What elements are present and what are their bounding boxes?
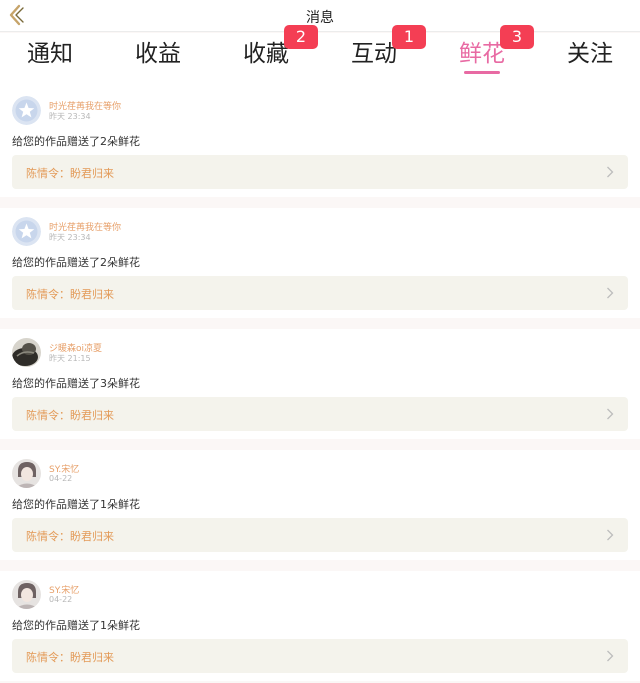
timestamp: 昨天 23:34 (49, 233, 91, 242)
notification-message: 给您的作品赠送了3朵鲜花 (12, 377, 140, 390)
tab-follow[interactable]: 关注 (537, 33, 640, 87)
user-photo-icon (12, 338, 41, 367)
timestamp: 昨天 23:34 (49, 112, 91, 121)
user-photo-icon (12, 580, 41, 609)
list-item[interactable]: SY.宋忆 04-22 给您的作品赠送了1朵鲜花 陈情令：盼君归来 (0, 571, 640, 681)
work-title: 陈情令：盼君归来 (26, 530, 114, 543)
default-avatar-star-icon (12, 96, 41, 125)
flowers-badge: 3 (500, 25, 534, 49)
tab-label: 通知 (27, 41, 73, 67)
tab-bar: 通知 收益 收藏 2 互动 1 鲜花 3 关注 (0, 25, 640, 87)
avatar[interactable] (12, 459, 41, 488)
chevron-right-icon (607, 408, 614, 420)
interaction-badge: 1 (392, 25, 426, 49)
list-item[interactable]: ジ暖森oi凉夏 昨天 21:15 给您的作品赠送了3朵鲜花 陈情令：盼君归来 (0, 329, 640, 439)
page-title: 消息 (306, 10, 334, 26)
list-item[interactable]: SY.宋忆 04-22 给您的作品赠送了1朵鲜花 陈情令：盼君归来 (0, 450, 640, 560)
chevron-right-icon (607, 166, 614, 178)
timestamp: 昨天 21:15 (49, 354, 91, 363)
notification-message: 给您的作品赠送了1朵鲜花 (12, 498, 140, 511)
notification-message: 给您的作品赠送了2朵鲜花 (12, 256, 140, 269)
list-item[interactable]: 时光荏苒我在等你 昨天 23:34 给您的作品赠送了2朵鲜花 陈情令：盼君归来 (0, 87, 640, 197)
tab-notice[interactable]: 通知 (0, 33, 103, 87)
work-link[interactable]: 陈情令：盼君归来 (12, 639, 628, 673)
tab-label: 收益 (135, 41, 181, 67)
timestamp: 04-22 (49, 474, 73, 483)
work-title: 陈情令：盼君归来 (26, 409, 114, 422)
notification-message: 给您的作品赠送了1朵鲜花 (12, 619, 140, 632)
tab-income[interactable]: 收益 (105, 33, 211, 87)
avatar[interactable] (12, 217, 41, 246)
chevron-right-icon (607, 650, 614, 662)
work-link[interactable]: 陈情令：盼君归来 (12, 397, 628, 431)
top-bar: 消息 (0, 0, 640, 32)
timestamp: 04-22 (49, 595, 73, 604)
active-tab-indicator (464, 71, 500, 74)
tab-label: 关注 (567, 41, 613, 67)
tab-favorites[interactable]: 收藏 2 (213, 25, 319, 87)
work-title: 陈情令：盼君归来 (26, 651, 114, 664)
avatar[interactable] (12, 580, 41, 609)
tab-flowers[interactable]: 鲜花 3 (429, 25, 535, 87)
user-photo-icon (12, 459, 41, 488)
work-title: 陈情令：盼君归来 (26, 288, 114, 301)
favorites-badge: 2 (284, 25, 318, 49)
work-link[interactable]: 陈情令：盼君归来 (12, 155, 628, 189)
notification-message: 给您的作品赠送了2朵鲜花 (12, 135, 140, 148)
chevron-right-icon (607, 287, 614, 299)
work-link[interactable]: 陈情令：盼君归来 (12, 276, 628, 310)
work-link[interactable]: 陈情令：盼君归来 (12, 518, 628, 552)
default-avatar-star-icon (12, 217, 41, 246)
chevron-right-icon (607, 529, 614, 541)
avatar[interactable] (12, 338, 41, 367)
tab-interaction[interactable]: 互动 1 (321, 25, 427, 87)
avatar[interactable] (12, 96, 41, 125)
work-title: 陈情令：盼君归来 (26, 167, 114, 180)
list-item[interactable]: 时光荏苒我在等你 昨天 23:34 给您的作品赠送了2朵鲜花 陈情令：盼君归来 (0, 208, 640, 318)
